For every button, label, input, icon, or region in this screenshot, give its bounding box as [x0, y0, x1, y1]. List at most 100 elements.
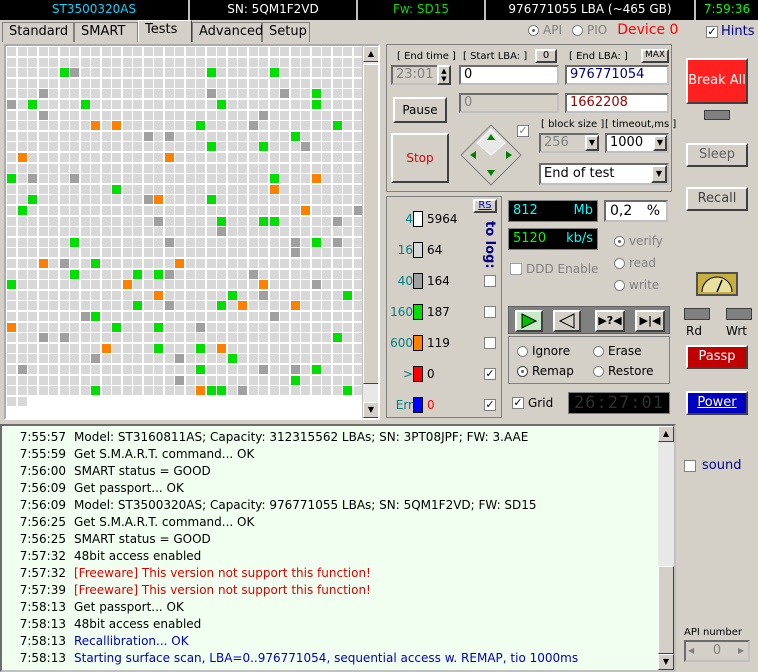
block-cell	[301, 301, 310, 311]
break-all-button[interactable]: Break All	[686, 58, 748, 104]
write-option[interactable]: write	[614, 278, 659, 292]
log-checkbox[interactable]	[484, 275, 496, 287]
block-cell	[164, 290, 174, 300]
passport-button[interactable]: Passp	[686, 345, 748, 369]
start-lba-input[interactable]: 0	[459, 65, 559, 85]
remap-option[interactable]: Remap	[517, 364, 574, 378]
block-cell	[91, 174, 100, 184]
end-lba-max-button[interactable]: MAX	[641, 49, 669, 63]
block-cell	[101, 280, 111, 290]
block-cell	[206, 354, 216, 364]
end-time-spinner[interactable]: ▲ ▼	[437, 65, 451, 85]
block-cell	[227, 100, 237, 110]
direction-pad[interactable]	[459, 123, 523, 187]
log-scroll-down-arrow[interactable]: ▼	[658, 654, 674, 670]
block-cell	[269, 89, 279, 99]
remap-radio[interactable]	[517, 365, 528, 377]
device-label[interactable]: Device 0	[617, 22, 678, 38]
block-cell	[59, 142, 69, 152]
grid-checkbox[interactable]: ✓	[512, 397, 524, 409]
play-backward-button[interactable]	[553, 310, 581, 332]
tab-advanced[interactable]: Advanced	[192, 22, 263, 42]
block-cell	[280, 216, 289, 226]
log-scroll-up-arrow[interactable]: ▲	[658, 426, 674, 442]
block-cell	[227, 216, 237, 226]
block-size-dropdown-icon[interactable]: ▼	[585, 135, 599, 151]
block-cell	[332, 290, 342, 300]
scroll-thumb[interactable]	[363, 64, 378, 384]
tab-setup[interactable]: Setup	[262, 22, 310, 42]
block-cell	[28, 269, 37, 279]
erase-option[interactable]: Erase	[593, 344, 642, 358]
restore-radio[interactable]	[593, 365, 604, 377]
block-cell	[259, 301, 268, 311]
stop-button[interactable]: Stop	[391, 133, 449, 183]
block-cell	[38, 280, 48, 290]
sound-checkbox[interactable]	[684, 459, 696, 472]
start-lba-reset-button[interactable]: 0	[535, 49, 557, 63]
block-cell	[185, 354, 195, 364]
block-cell	[322, 259, 331, 269]
scroll-down-arrow[interactable]: ▼	[363, 402, 378, 418]
ddd-enable-checkbox[interactable]	[510, 263, 522, 275]
block-cell	[343, 206, 352, 216]
end-lba-input[interactable]: 976771054	[565, 65, 669, 85]
block-cell	[259, 163, 268, 173]
play-forward-button[interactable]	[515, 310, 543, 332]
sleep-button[interactable]: Sleep	[686, 143, 748, 167]
log-scrollbar[interactable]: ▲ ▼	[658, 426, 674, 670]
restore-option[interactable]: Restore	[593, 364, 654, 378]
block-cell	[122, 280, 132, 290]
log-checkbox[interactable]	[484, 306, 496, 318]
log-checkbox[interactable]: ✓	[484, 399, 496, 411]
tab-smart[interactable]: SMART	[74, 22, 138, 42]
timing-threshold: >	[402, 367, 413, 381]
verify-option[interactable]: verify	[614, 234, 663, 248]
log-time: 7:57:32	[19, 549, 66, 563]
block-cell	[238, 206, 247, 216]
verify-radio[interactable]	[614, 235, 625, 247]
pio-radio[interactable]	[571, 24, 583, 36]
scroll-up-arrow[interactable]: ▲	[363, 46, 378, 62]
block-cell	[91, 195, 100, 205]
block-cell	[80, 312, 90, 322]
api-number-increment[interactable]: ▶	[738, 646, 744, 655]
recall-button[interactable]: Recall	[686, 187, 748, 211]
lock-checkbox[interactable]: ✓	[517, 125, 529, 137]
ddd-enable-option[interactable]: DDD Enable	[510, 262, 598, 276]
log-scroll-thumb[interactable]	[658, 566, 674, 654]
ignore-option[interactable]: Ignore	[517, 344, 570, 358]
block-cell	[227, 365, 237, 375]
grid-option[interactable]: ✓ Grid	[512, 396, 553, 410]
end-action-dropdown-icon[interactable]: ▼	[651, 165, 667, 183]
timeout-dropdown-icon[interactable]: ▼	[653, 135, 667, 151]
end-time-field[interactable]: 23:01	[391, 65, 439, 85]
write-radio[interactable]	[614, 279, 625, 291]
wrt-label: Wrt	[726, 324, 747, 338]
pause-button[interactable]: Pause	[393, 97, 447, 123]
read-radio[interactable]	[614, 257, 625, 269]
butterfly-button[interactable]: ▶|◀	[635, 310, 665, 332]
api-radio[interactable]	[528, 24, 539, 36]
log-checkbox[interactable]: ✓	[484, 368, 496, 380]
block-cell	[248, 248, 258, 258]
tab-standard[interactable]: Standard	[2, 22, 74, 42]
grid-scrollbar[interactable]: ▲ ▼	[362, 46, 378, 418]
api-number-decrement[interactable]: ◀	[688, 646, 694, 655]
end-action-select[interactable]: End of test	[539, 163, 669, 185]
block-cell	[343, 269, 352, 279]
log-checkbox[interactable]	[484, 337, 496, 349]
block-cell	[301, 290, 310, 300]
random-access-button[interactable]: ▶?◀	[595, 310, 625, 332]
read-option[interactable]: read	[614, 256, 656, 270]
block-cell	[269, 354, 279, 364]
block-cell	[101, 47, 111, 57]
sound-toggle[interactable]: sound	[684, 458, 741, 473]
erase-radio[interactable]	[593, 345, 604, 357]
hints-checkbox[interactable]: ✓	[706, 25, 718, 38]
hints-toggle[interactable]: ✓ Hints	[706, 24, 755, 39]
tab-tests[interactable]: Tests	[138, 20, 192, 42]
ignore-radio[interactable]	[517, 345, 528, 357]
block-cell	[28, 354, 37, 364]
power-button[interactable]: Power	[686, 391, 748, 415]
